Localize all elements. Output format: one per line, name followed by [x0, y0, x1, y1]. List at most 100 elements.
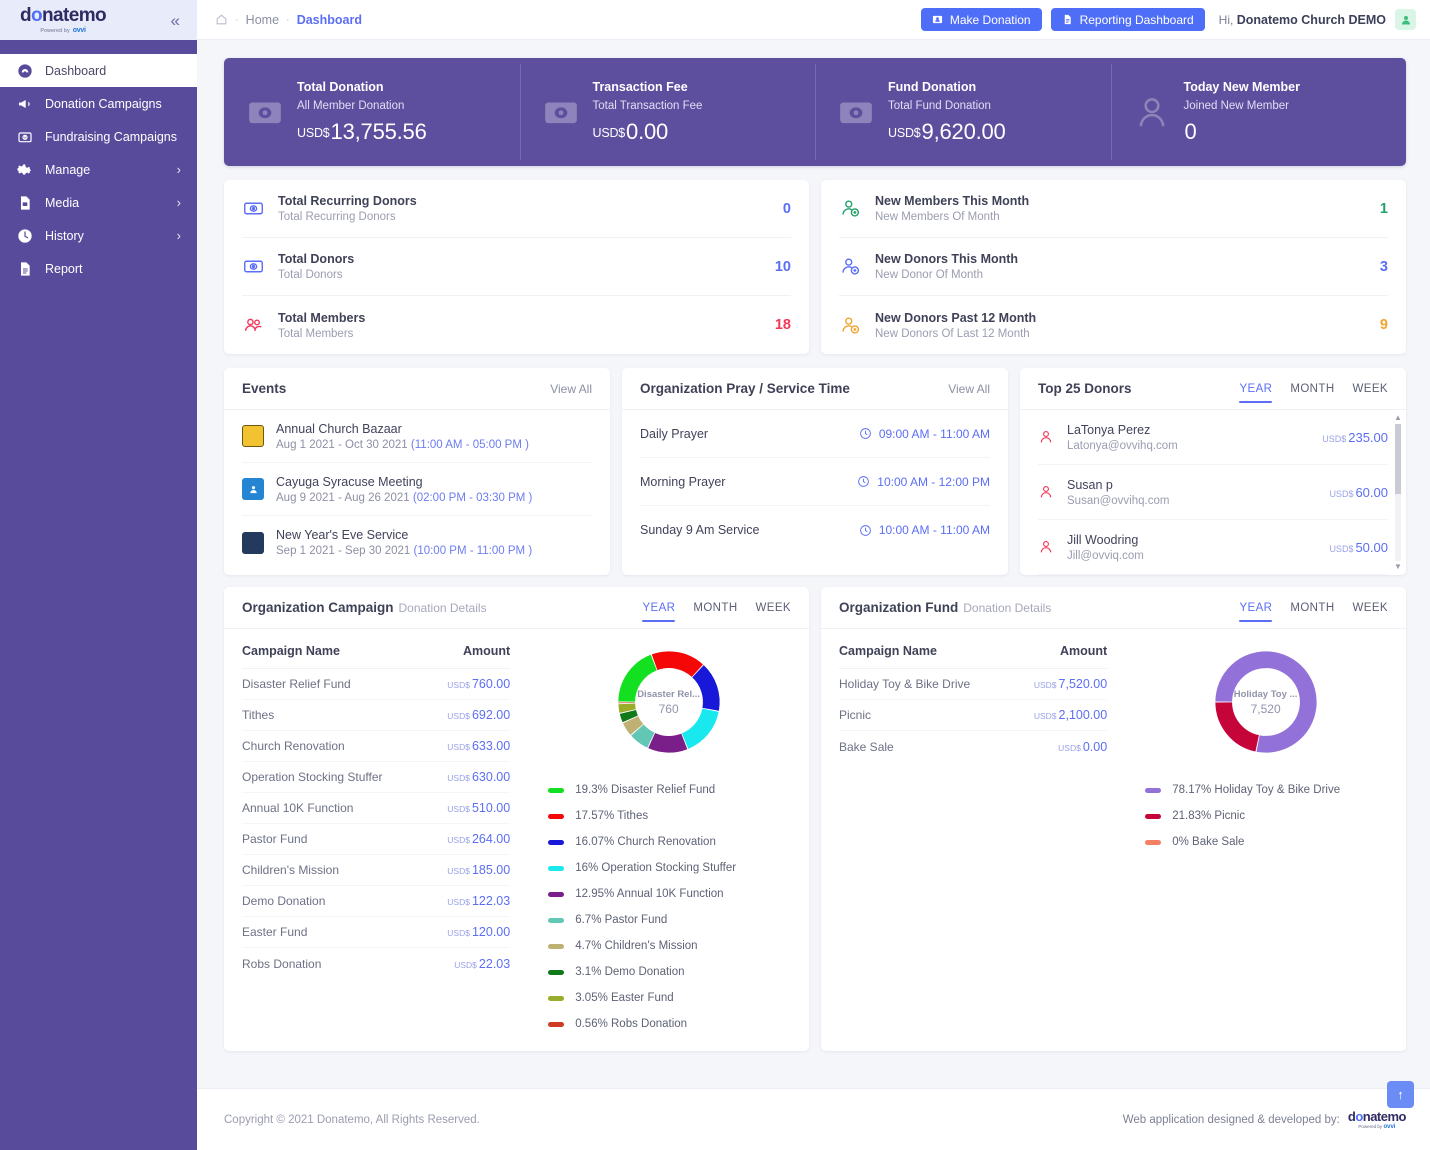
legend-item[interactable]: 21.83% Picnic — [1145, 803, 1396, 829]
legend-swatch — [548, 892, 564, 897]
legend-item[interactable]: 4.7% Children's Mission — [548, 933, 799, 959]
legend-item[interactable]: 3.05% Easter Fund — [548, 985, 799, 1011]
sidebar-item-donation-campaigns[interactable]: Donation Campaigns — [0, 87, 197, 120]
scrollbar[interactable]: ▲ ▼ — [1394, 414, 1402, 571]
pray-header: Organization Pray / Service Time View Al… — [622, 368, 1008, 410]
organization-campaign-panel: Organization CampaignDonation Details YE… — [224, 587, 809, 1051]
make-donation-button[interactable]: Make Donation — [921, 8, 1042, 31]
legend-item[interactable]: 12.95% Annual 10K Function — [548, 881, 799, 907]
tab-week[interactable]: WEEK — [1353, 368, 1388, 409]
home-icon[interactable] — [215, 13, 228, 26]
sidebar-collapse-icon[interactable]: « — [168, 10, 183, 31]
tab-month[interactable]: MONTH — [693, 587, 737, 628]
stat-subtitle: Joined New Member — [1184, 100, 1300, 112]
sidebar-item-history[interactable]: History › — [0, 219, 197, 252]
table-row: Easter FundUSD$120.00 — [242, 917, 510, 948]
campaign-name-cell: Easter Fund — [242, 925, 307, 939]
copyright-text: Copyright © 2021 Donatemo, All Rights Re… — [224, 1114, 480, 1126]
tab-year[interactable]: YEAR — [1239, 368, 1272, 409]
sidebar-item-label: Donation Campaigns — [45, 97, 169, 111]
scroll-down-icon[interactable]: ▼ — [1394, 563, 1402, 571]
tab-year[interactable]: YEAR — [642, 587, 675, 628]
legend-item[interactable]: 0% Bake Sale — [1145, 829, 1396, 855]
legend-item[interactable]: 6.7% Pastor Fund — [548, 907, 799, 933]
user-icon — [1400, 14, 1412, 26]
list-item[interactable]: New Year's Eve Service Sep 1 2021 - Sep … — [242, 516, 592, 569]
developer-credit: Web application designed & developed by:… — [1123, 1110, 1406, 1130]
donor-amount: USD$60.00 — [1329, 485, 1388, 500]
donor-amount: USD$50.00 — [1329, 540, 1388, 555]
clock-icon — [859, 427, 872, 440]
sidebar-item-dashboard[interactable]: Dashboard — [0, 54, 197, 87]
legend-swatch — [548, 944, 564, 949]
main-area: · Home · Dashboard Make Donation Reporti… — [197, 0, 1430, 1150]
event-thumbnail-icon — [242, 478, 264, 500]
avatar[interactable] — [1395, 9, 1416, 30]
scroll-to-top-button[interactable]: ↑ — [1387, 1081, 1414, 1108]
list-item[interactable]: Jill Woodring Jill@ovviq.com USD$50.00 — [1038, 520, 1388, 575]
stat-title: Fund Donation — [888, 80, 1006, 94]
pray-time: 10:00 AM - 12:00 PM — [857, 475, 990, 489]
metric-title: Total Recurring Donors — [278, 194, 769, 208]
legend-label: 78.17% Holiday Toy & Bike Drive — [1172, 784, 1340, 796]
legend-swatch — [548, 918, 564, 923]
metric-value: 0 — [783, 201, 791, 217]
tab-week[interactable]: WEEK — [756, 587, 791, 628]
stat-amount: 9,620.00 — [922, 119, 1006, 144]
metric-new-donors-this-month: New Donors This Month New Donor Of Month… — [839, 238, 1388, 296]
sidebar-item-label: Dashboard — [45, 64, 169, 78]
pray-name: Daily Prayer — [640, 427, 708, 441]
stat-amount: 0.00 — [626, 119, 668, 144]
tab-month[interactable]: MONTH — [1290, 368, 1334, 409]
table-row: Operation Stocking StufferUSD$630.00 — [242, 762, 510, 793]
pray-service-panel: Organization Pray / Service Time View Al… — [622, 368, 1008, 575]
currency-label: USD$ — [1058, 743, 1081, 753]
legend-item[interactable]: 17.57% Tithes — [548, 803, 799, 829]
pray-list: Daily Prayer 09:00 AM - 11:00 AM Morning… — [622, 410, 1008, 554]
sidebar: donatemo Powered byovvi « Dashboard Dona… — [0, 0, 197, 1150]
breadcrumb-home[interactable]: Home — [246, 13, 279, 27]
list-item[interactable]: Annual Church Bazaar Aug 1 2021 - Oct 30… — [242, 410, 592, 463]
col-campaign-name: Campaign Name — [242, 644, 340, 658]
sidebar-item-manage[interactable]: Manage › — [0, 153, 197, 186]
legend-item[interactable]: 19.3% Disaster Relief Fund — [548, 777, 799, 803]
developer-text: Web application designed & developed by: — [1123, 1114, 1340, 1126]
reporting-dashboard-button[interactable]: Reporting Dashboard — [1051, 8, 1205, 31]
legend-item[interactable]: 3.1% Demo Donation — [548, 959, 799, 985]
summary-banner: Total Donation All Member Donation USD$1… — [224, 58, 1406, 166]
scrollbar-thumb[interactable] — [1395, 424, 1401, 494]
metric-value: 9 — [1380, 317, 1388, 333]
donor-amount: USD$235.00 — [1322, 430, 1388, 445]
currency-label: USD$ — [593, 126, 626, 140]
currency-label: USD$ — [447, 928, 470, 938]
stat-amount: 0 — [1185, 119, 1197, 144]
tab-year[interactable]: YEAR — [1239, 587, 1272, 628]
pray-view-all-link[interactable]: View All — [948, 382, 990, 396]
megaphone-icon — [16, 95, 33, 112]
donor-email: Susan@ovvihq.com — [1067, 495, 1316, 507]
amount-cell: USD$2,100.00 — [1034, 708, 1107, 722]
legend-item[interactable]: 16% Operation Stocking Stuffer — [548, 855, 799, 881]
user-icon — [1038, 539, 1054, 555]
stat-card-fund-donation: Fund Donation Total Fund Donation USD$9,… — [815, 58, 1111, 166]
sidebar-item-report[interactable]: Report — [0, 252, 197, 285]
user-icon — [1038, 429, 1054, 445]
legend-item[interactable]: 16.07% Church Renovation — [548, 829, 799, 855]
sidebar-item-label: History — [45, 229, 165, 243]
legend-item[interactable]: 0.56% Robs Donation — [548, 1011, 799, 1037]
greeting-text: Hi, — [1219, 13, 1234, 27]
col-campaign-name: Campaign Name — [839, 644, 937, 658]
sidebar-item-media[interactable]: Media › — [0, 186, 197, 219]
list-item[interactable]: LaTonya Perez Latonya@ovvihq.com USD$235… — [1038, 410, 1388, 465]
legend-item[interactable]: 78.17% Holiday Toy & Bike Drive — [1145, 777, 1396, 803]
tab-month[interactable]: MONTH — [1290, 587, 1334, 628]
sidebar-item-fundraising-campaigns[interactable]: Fundraising Campaigns — [0, 120, 197, 153]
list-item[interactable]: Cayuga Syracuse Meeting Aug 9 2021 - Aug… — [242, 463, 592, 516]
donut-segment — [628, 712, 630, 719]
events-view-all-link[interactable]: View All — [550, 382, 592, 396]
event-thumbnail-icon — [242, 532, 264, 554]
tab-week[interactable]: WEEK — [1353, 587, 1388, 628]
list-item[interactable]: Susan p Susan@ovvihq.com USD$60.00 — [1038, 465, 1388, 520]
scroll-up-icon[interactable]: ▲ — [1394, 414, 1402, 422]
currency-label: USD$ — [1329, 544, 1353, 554]
